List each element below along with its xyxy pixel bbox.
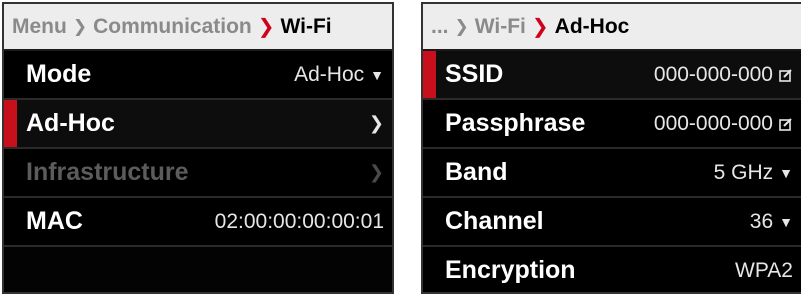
row-label: Channel — [445, 207, 544, 235]
edit-icon[interactable] — [779, 68, 793, 82]
breadcrumb: ... ❯ Wi-Fi ❯ Ad-Hoc — [423, 4, 801, 51]
wifi-menu-panel: Menu ❯ Communication ❯ Wi-Fi Mode Ad-Hoc… — [2, 2, 394, 294]
menu-row-mac: MAC 02:00:00:00:00:01 — [4, 198, 392, 247]
menu-row-band[interactable]: Band 5 GHz ▼ — [423, 149, 801, 198]
dropdown-arrow-icon: ▼ — [370, 66, 384, 83]
dropdown-arrow-icon: ▼ — [779, 164, 793, 181]
selection-marker — [4, 100, 17, 147]
row-label: MAC — [26, 207, 83, 235]
menu-row-ad-hoc[interactable]: Ad-Hoc ❯ — [4, 100, 392, 149]
band-dropdown[interactable]: 5 GHz ▼ — [714, 161, 793, 185]
row-label: Band — [445, 158, 508, 186]
menu-row-channel[interactable]: Channel 36 ▼ — [423, 198, 801, 247]
mode-value: Ad-Hoc — [294, 62, 365, 86]
chevron-right-icon: ❯ — [531, 16, 549, 38]
dropdown-arrow-icon: ▼ — [779, 213, 793, 230]
channel-value: 36 — [749, 209, 774, 233]
chevron-right-icon: ❯ — [368, 162, 384, 182]
selection-marker — [423, 51, 436, 98]
breadcrumb-item-menu[interactable]: Menu — [12, 15, 67, 39]
row-label: Infrastructure — [26, 158, 189, 186]
passphrase-value: 000-000-000 — [653, 111, 773, 135]
row-label: Ad-Hoc — [26, 109, 115, 137]
menu-row-encryption[interactable]: Encryption WPA2 — [423, 247, 801, 292]
ssid-value: 000-000-000 — [653, 62, 773, 86]
ad-hoc-settings-panel: ... ❯ Wi-Fi ❯ Ad-Hoc SSID 000-000-000 Pa… — [421, 2, 801, 294]
row-label: Mode — [26, 60, 92, 88]
row-value: ❯ — [369, 113, 384, 134]
menu-row-mode[interactable]: Mode Ad-Hoc ▼ — [4, 51, 392, 100]
menu-row-infrastructure[interactable]: Infrastructure ❯ — [4, 149, 392, 198]
breadcrumb: Menu ❯ Communication ❯ Wi-Fi — [4, 4, 392, 51]
band-value: 5 GHz — [713, 160, 774, 184]
row-label: SSID — [445, 60, 504, 88]
passphrase-field[interactable]: 000-000-000 — [654, 112, 793, 136]
breadcrumb-item-wifi[interactable]: Wi-Fi — [475, 15, 526, 39]
breadcrumb-current: Ad-Hoc — [554, 14, 630, 38]
channel-dropdown[interactable]: 36 ▼ — [750, 210, 793, 234]
chevron-right-icon: ❯ — [368, 113, 384, 133]
chevron-right-icon: ❯ — [454, 16, 469, 36]
menu-row-passphrase[interactable]: Passphrase 000-000-000 — [423, 100, 801, 149]
row-label: Encryption — [445, 256, 576, 284]
chevron-right-icon: ❯ — [257, 16, 275, 38]
breadcrumb-current: Wi-Fi — [280, 14, 332, 38]
chevron-right-icon: ❯ — [72, 16, 88, 36]
menu-row-ssid[interactable]: SSID 000-000-000 — [423, 51, 801, 100]
mode-dropdown[interactable]: Ad-Hoc ▼ — [294, 63, 384, 87]
breadcrumb-item-communication[interactable]: Communication — [93, 15, 252, 39]
empty-area — [4, 247, 392, 292]
mac-address-value: 02:00:00:00:00:01 — [214, 209, 384, 233]
breadcrumb-item-ellipsis[interactable]: ... — [431, 15, 449, 39]
ssid-field[interactable]: 000-000-000 — [654, 63, 793, 87]
edit-icon[interactable] — [779, 117, 793, 131]
row-label: Passphrase — [445, 109, 586, 137]
row-value: ❯ — [369, 162, 384, 183]
encryption-value: WPA2 — [735, 258, 793, 282]
